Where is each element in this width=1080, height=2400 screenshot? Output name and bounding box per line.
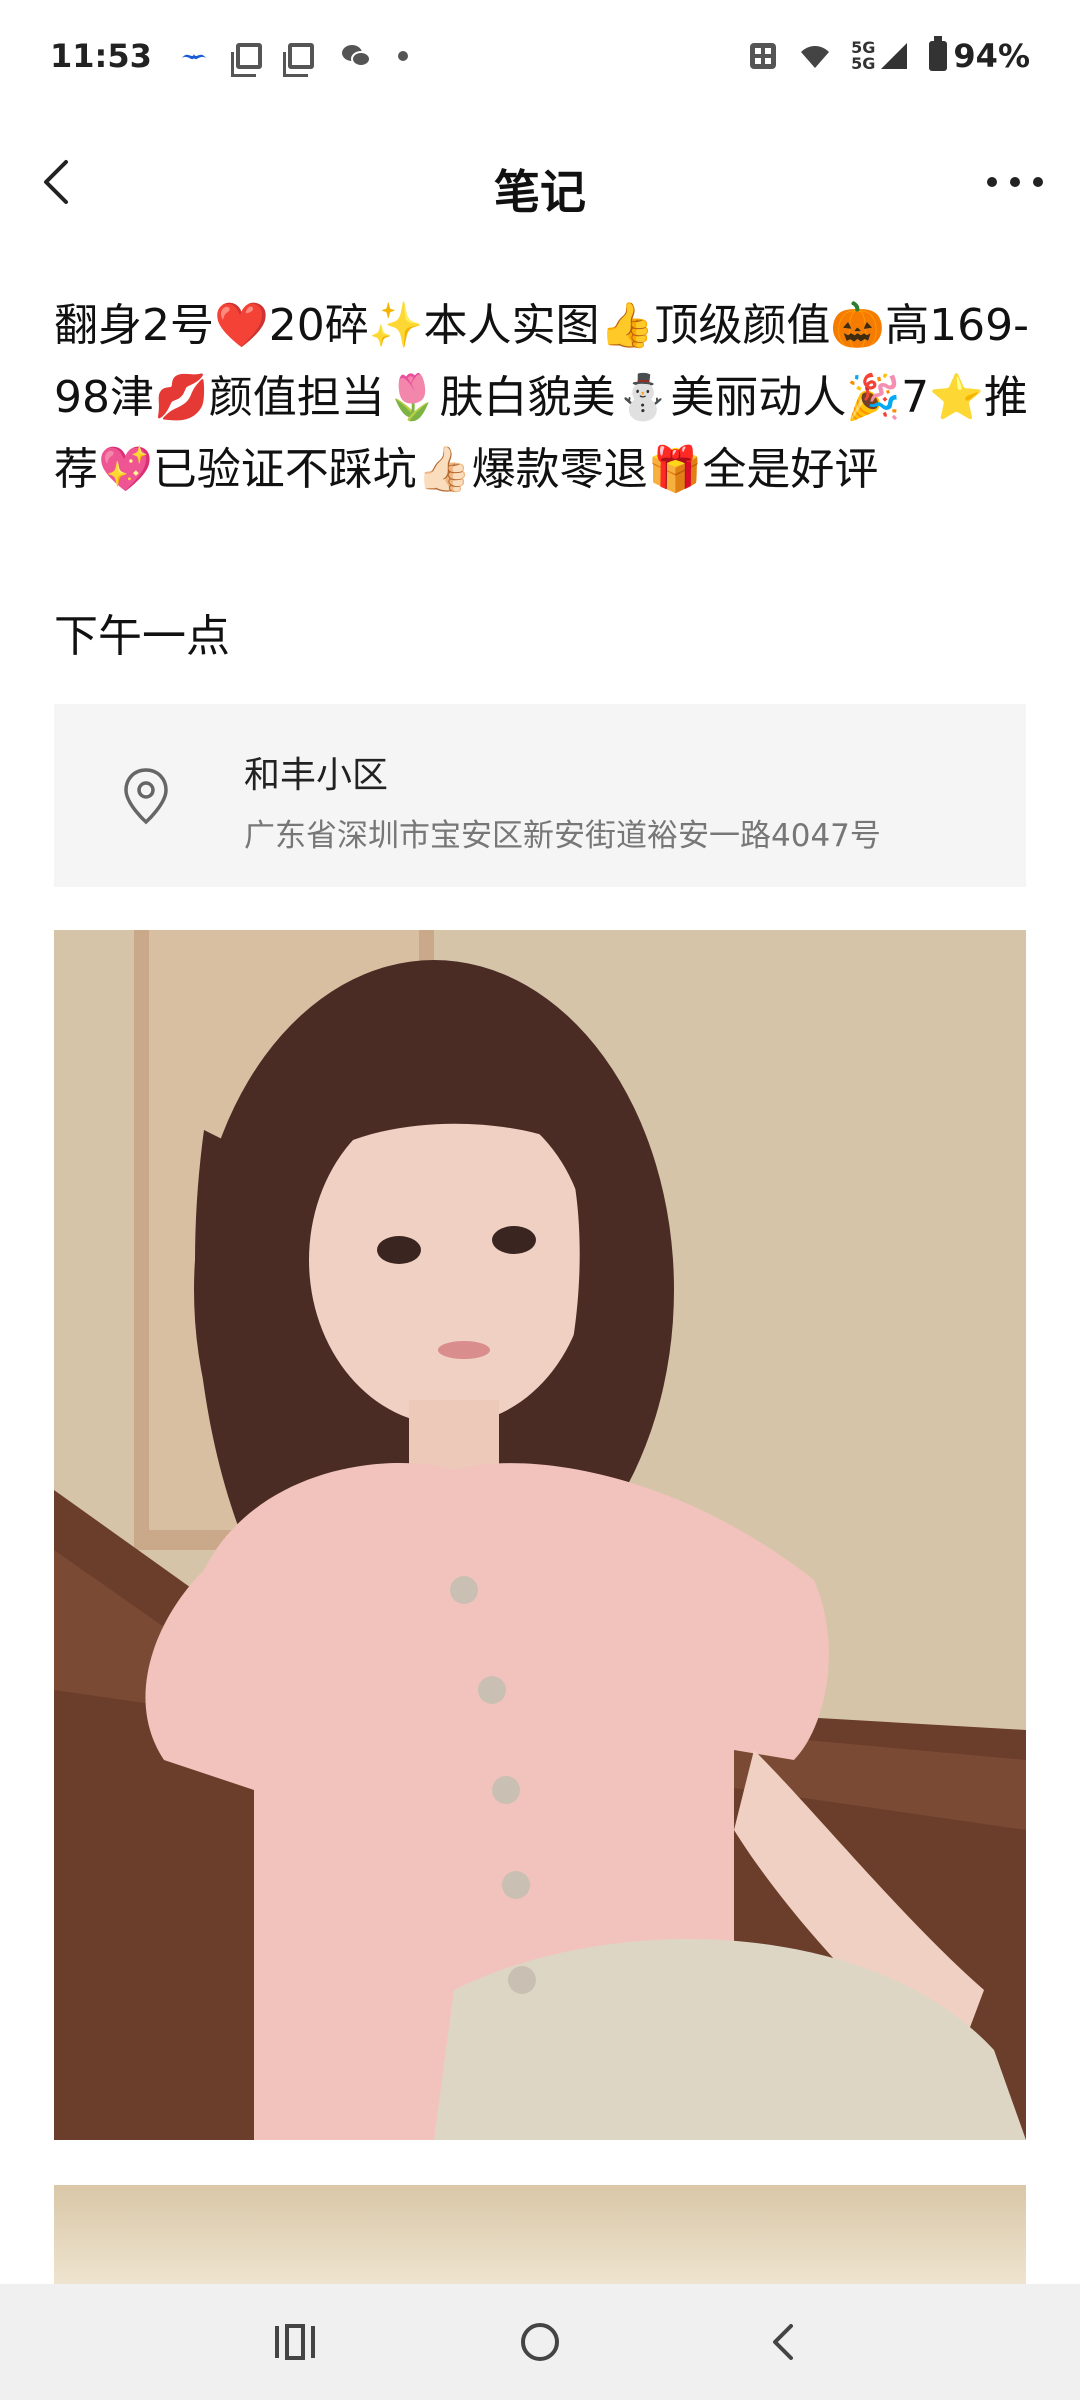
location-address: 广东省深圳市宝安区新安街道裕安一路4047号: [244, 818, 881, 854]
recents-icon[interactable]: [265, 2312, 325, 2372]
location-pin-icon: [124, 768, 168, 825]
note-time-text: 下午一点: [54, 611, 230, 662]
battery-percent: 94%: [953, 37, 1030, 75]
wifi-icon: [801, 46, 830, 68]
photo-illustration: [54, 930, 1026, 2140]
screen: 11:53 5G 5G 94% 笔记 翻身2号❤️20碎✨本人实图👍顶级颜值🎃高…: [0, 0, 1080, 2400]
wechat-icon: [341, 45, 371, 67]
signal-network: 5G 5G: [851, 40, 909, 72]
more-icon[interactable]: [980, 152, 1050, 212]
status-right: 5G 5G 94%: [747, 36, 1030, 75]
note-photo[interactable]: [54, 930, 1026, 2140]
page-title: 笔记: [494, 165, 586, 219]
top-nav-bar: 笔记: [0, 112, 1080, 252]
notification-square-icon-2: [282, 43, 314, 77]
status-time: 11:53: [50, 37, 152, 75]
note-photo-2[interactable]: [54, 2185, 1026, 2295]
network-type-2: 5G: [851, 54, 876, 73]
nav-back-icon[interactable]: [755, 2312, 815, 2372]
system-navigation-bar: [0, 2284, 1080, 2400]
status-bar: 11:53 5G 5G 94%: [0, 0, 1080, 112]
location-card[interactable]: 和丰小区 广东省深圳市宝安区新安街道裕安一路4047号: [54, 704, 1026, 887]
more-notifications-dot-icon: [397, 51, 408, 61]
notification-square-icon: [230, 43, 262, 77]
bird-icon: [181, 54, 206, 60]
nfc-icon: [750, 43, 777, 69]
signal-icon: [881, 43, 908, 69]
battery-icon: [929, 36, 948, 71]
home-icon[interactable]: [510, 2312, 570, 2372]
location-name: 和丰小区: [244, 755, 389, 796]
battery-group: 94%: [929, 36, 1030, 75]
status-left: 11:53: [50, 37, 408, 77]
note-body-text: 翻身2号❤️20碎✨本人实图👍顶级颜值🎃高169-98津💋颜值担当🌷肤白貌美⛄美…: [54, 300, 1029, 495]
